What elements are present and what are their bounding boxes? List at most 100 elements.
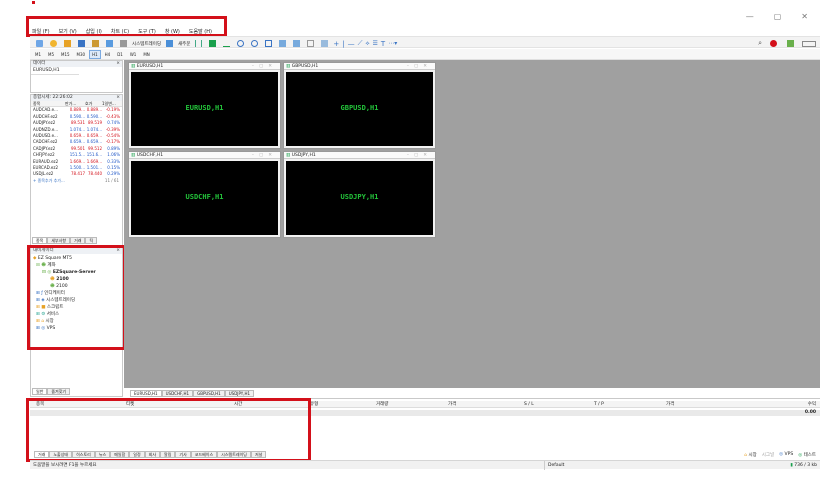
column-header[interactable]: 종목	[31, 101, 65, 106]
chart-canvas[interactable]: GBPUSD,H1	[286, 72, 433, 146]
tree-root[interactable]: ◆ EZ Square MT5	[33, 255, 120, 262]
zoom-in-icon[interactable]	[237, 40, 245, 47]
chart-window-titlebar[interactable]: ▥ EURUSD,H1 –▢✕	[129, 63, 280, 70]
tf-w1[interactable]: W1	[127, 50, 140, 59]
tab-company[interactable]: 회사	[144, 451, 161, 458]
tab-calendar[interactable]: 일정	[129, 451, 145, 458]
chart-canvas[interactable]: USDJPY,H1	[286, 161, 433, 235]
tf-h4[interactable]: H4	[102, 50, 114, 59]
chart-tab[interactable]: GBPUSD,H1	[193, 390, 225, 397]
fibonacci-icon[interactable]: ☰	[373, 40, 378, 47]
indicators-icon[interactable]	[307, 40, 315, 47]
chart-canvas[interactable]: USDCHF,H1	[131, 161, 278, 235]
new-chart-icon[interactable]	[36, 40, 43, 47]
chart-window-titlebar[interactable]: ▥ USDJPY,H1 –▢✕	[284, 152, 435, 159]
search-icon[interactable]: ⌕	[758, 39, 762, 48]
chart-window[interactable]: ▥ GBPUSD,H1 –▢✕ GBPUSD,H1	[283, 62, 436, 149]
periods-icon[interactable]	[321, 40, 329, 47]
close-icon[interactable]: ×	[116, 61, 120, 67]
tile-windows-icon[interactable]	[265, 40, 273, 47]
column-header[interactable]: 가격	[448, 401, 456, 408]
chart-tab[interactable]: USDCHF,H1	[161, 390, 194, 397]
tree-server[interactable]: ⊟ ◎ EZSquare-Server	[33, 269, 120, 276]
chart-window-controls[interactable]: –▢✕	[407, 152, 432, 159]
data-window-symbol[interactable]: EURUSD,H1	[31, 67, 79, 75]
menu-file[interactable]: 파일 (F)	[32, 28, 50, 35]
close-button[interactable]: ✕	[801, 12, 808, 21]
tree-market[interactable]: ⊞ ⌂ 시장	[33, 318, 120, 325]
tab-symbols[interactable]: 종목	[32, 237, 48, 244]
chart-canvas[interactable]: EURUSD,H1	[131, 72, 278, 146]
new-order-button[interactable]: 새주문	[178, 41, 190, 47]
folder-icon[interactable]	[64, 40, 71, 47]
account-icon[interactable]	[787, 40, 794, 47]
line-chart-icon[interactable]	[223, 40, 231, 47]
status-profile[interactable]: Default	[544, 461, 564, 470]
tab-experts[interactable]: 시스템트레이딩	[217, 451, 251, 458]
maximize-button[interactable]: ▢	[774, 12, 782, 21]
tab-articles[interactable]: 기사	[175, 451, 191, 458]
menu-help[interactable]: 도움말 (H)	[189, 28, 212, 35]
tab-common[interactable]: 일반	[32, 388, 48, 395]
chart-window-controls[interactable]: –▢✕	[252, 152, 277, 159]
trendline-icon[interactable]: ⟋	[358, 39, 363, 48]
algo-trading-button[interactable]: 시스템트레이딩	[132, 41, 161, 47]
column-header[interactable]: 수익	[808, 401, 816, 408]
tab-alerts[interactable]: 알림	[160, 451, 176, 458]
menu-view[interactable]: 보기 (V)	[59, 28, 77, 35]
chart-window[interactable]: ▥ USDCHF,H1 –▢✕ USDCHF,H1	[128, 151, 281, 238]
tab-mailbox[interactable]: 메일함	[110, 451, 130, 458]
tree-scripts[interactable]: ⊞ ■ 스크립트	[33, 304, 120, 311]
chart-tab[interactable]: USDJPY,H1	[224, 390, 255, 397]
tester-link[interactable]: ◎ 테스트	[798, 452, 816, 458]
tf-m1[interactable]: M1	[32, 50, 44, 59]
add-symbol-link[interactable]: + 종목추가 추가...	[31, 178, 91, 184]
balance-row[interactable]: 0.00	[30, 410, 820, 416]
column-header[interactable]: 가격	[666, 401, 674, 408]
vps-link[interactable]: ◎ VPS	[779, 452, 793, 458]
tree-accounts[interactable]: ⊟ ☻ 계좌	[33, 262, 120, 269]
tab-exposure[interactable]: 노출상태	[49, 451, 73, 458]
tab-details[interactable]: 세부사항	[47, 237, 71, 244]
tab-ticks[interactable]: 틱	[85, 237, 98, 244]
menu-window[interactable]: 창 (W)	[165, 28, 180, 35]
minimize-button[interactable]: —	[746, 12, 754, 21]
text-tool-icon[interactable]: T	[381, 40, 385, 48]
chart-shift-icon[interactable]	[293, 40, 301, 47]
column-header[interactable]: 거래량	[376, 401, 388, 408]
column-header[interactable]: S / L	[524, 401, 534, 408]
scroll-chart-icon[interactable]	[279, 40, 287, 47]
column-header[interactable]: 티켓	[126, 401, 134, 408]
channel-icon[interactable]: ⟡	[366, 40, 370, 48]
tree-experts[interactable]: ⊞ ◈ 시스템트레이딩	[33, 297, 120, 304]
vertical-line-icon[interactable]: |	[342, 40, 344, 48]
chart-window-titlebar[interactable]: ▥ USDCHF,H1 –▢✕	[129, 152, 280, 159]
strategy-tester-icon[interactable]	[120, 40, 127, 47]
horizontal-line-icon[interactable]: —	[348, 40, 355, 48]
tf-m30[interactable]: M30	[74, 50, 89, 59]
tree-account[interactable]: ☻ 2100	[33, 283, 120, 290]
column-header[interactable]: 종목	[36, 401, 44, 408]
tf-mn[interactable]: MN	[140, 50, 152, 59]
bar-chart-icon[interactable]	[195, 40, 203, 47]
menu-chart[interactable]: 차트 (C)	[111, 28, 129, 35]
signals-link[interactable]: 시그널	[762, 452, 774, 458]
chart-window-controls[interactable]: –▢✕	[407, 63, 432, 70]
chart-window[interactable]: ▥ USDJPY,H1 –▢✕ USDJPY,H1	[283, 151, 436, 238]
tab-news[interactable]: 뉴스	[94, 451, 111, 458]
tree-account[interactable]: ☻ 2100	[33, 276, 120, 283]
tf-m5[interactable]: M5	[45, 50, 57, 59]
status-connection[interactable]: ▮ 736 / 3 kb	[790, 461, 817, 470]
tf-m15[interactable]: M15	[58, 50, 73, 59]
tree-vps[interactable]: ⊞ ◎ VPS	[33, 325, 120, 332]
tree-indicators[interactable]: ⊞ ƒ 인디케이터	[33, 290, 120, 297]
menu-tools[interactable]: 도구 (T)	[138, 28, 156, 35]
menu-insert[interactable]: 삽입 (I)	[86, 28, 102, 35]
chart-window-controls[interactable]: –▢✕	[252, 63, 277, 70]
tf-h1[interactable]: H1	[89, 49, 101, 59]
column-header[interactable]: T / P	[594, 401, 604, 408]
chart-window-titlebar[interactable]: ▥ GBPUSD,H1 –▢✕	[284, 63, 435, 70]
chart-tab[interactable]: EURUSD,H1	[130, 390, 162, 397]
zoom-out-icon[interactable]	[251, 40, 259, 47]
tab-journal[interactable]: 저널	[250, 451, 267, 458]
